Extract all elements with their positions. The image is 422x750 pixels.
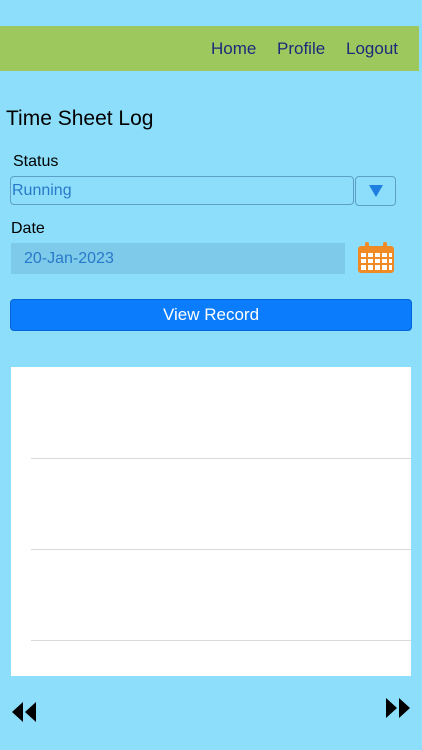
- nav-profile-link[interactable]: Profile: [277, 39, 325, 59]
- calendar-icon: [358, 242, 394, 273]
- next-page-button[interactable]: [383, 694, 413, 722]
- chevron-down-icon: [368, 185, 383, 197]
- nav-logout-link[interactable]: Logout: [346, 39, 398, 59]
- records-table: [11, 367, 411, 676]
- previous-page-button[interactable]: [9, 698, 39, 726]
- top-nav-bar: Home Profile Logout: [0, 26, 419, 71]
- status-dropdown-button[interactable]: [355, 176, 396, 206]
- row-separator: [31, 458, 411, 459]
- date-label: Date: [11, 220, 45, 237]
- row-separator: [31, 549, 411, 550]
- view-record-button[interactable]: View Record: [10, 299, 412, 331]
- page-title: Time Sheet Log: [6, 107, 154, 130]
- rewind-icon: [12, 702, 36, 722]
- status-select[interactable]: Running: [10, 176, 354, 205]
- status-label: Status: [13, 153, 59, 170]
- fast-forward-icon: [386, 698, 410, 718]
- row-separator: [31, 640, 411, 641]
- calendar-button[interactable]: [356, 241, 396, 275]
- date-input[interactable]: 20-Jan-2023: [11, 243, 345, 274]
- nav-home-link[interactable]: Home: [211, 39, 256, 59]
